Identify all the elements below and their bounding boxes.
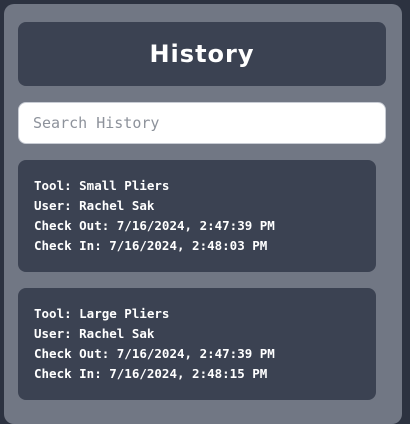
entry-tool: Tool: Small Pliers (34, 178, 170, 193)
search-input[interactable] (18, 102, 386, 144)
history-entry: Tool: Large Pliers User: Rachel Sak Chec… (18, 288, 376, 400)
history-entry: Tool: Small Pliers User: Rachel Sak Chec… (18, 160, 376, 272)
history-header: History (18, 22, 386, 86)
entry-tool: Tool: Large Pliers (34, 306, 170, 321)
entry-check-in: Check In: 7/16/2024, 2:48:15 PM (34, 366, 268, 381)
history-panel: History Tool: Small Pliers User: Rachel … (4, 4, 402, 424)
entry-check-in: Check In: 7/16/2024, 2:48:03 PM (34, 238, 268, 253)
entry-check-out: Check Out: 7/16/2024, 2:47:39 PM (34, 218, 275, 233)
entry-user: User: Rachel Sak (34, 326, 155, 341)
entry-check-out: Check Out: 7/16/2024, 2:47:39 PM (34, 346, 275, 361)
entry-user: User: Rachel Sak (34, 198, 155, 213)
page-title: History (149, 40, 255, 68)
